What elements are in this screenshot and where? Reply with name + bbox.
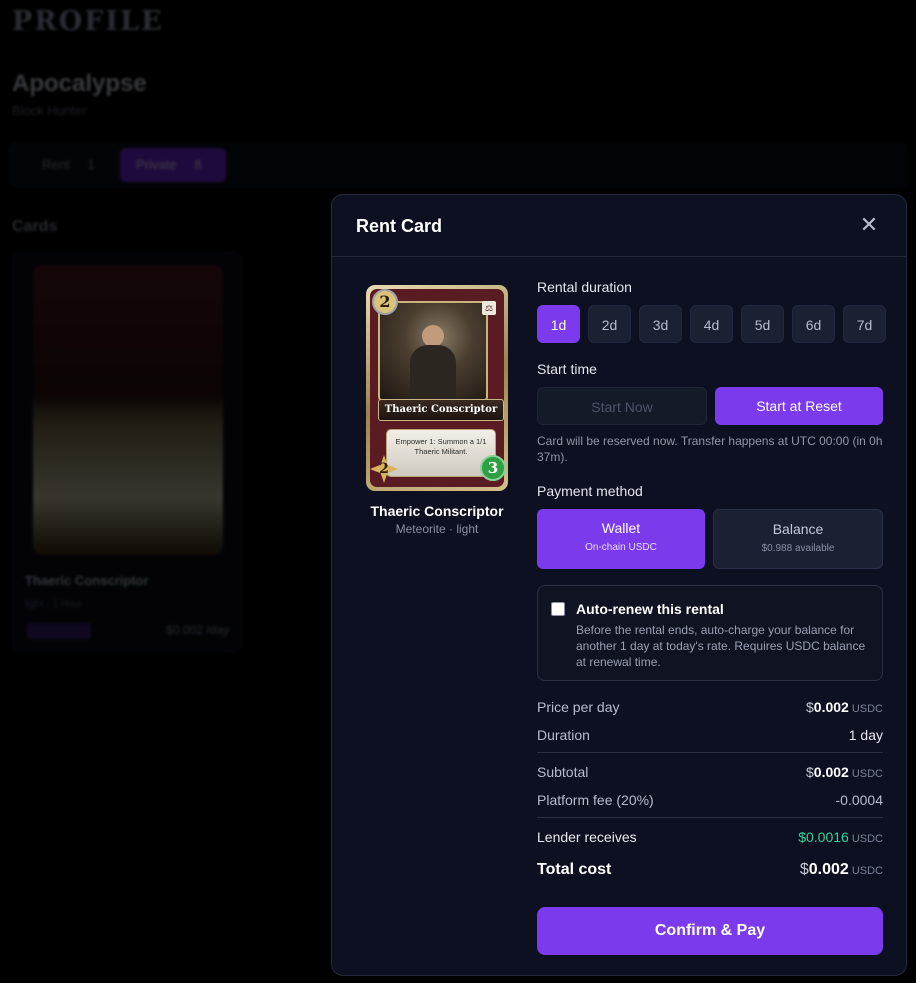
auto-renew-checkbox[interactable] (551, 602, 565, 616)
wallet-button[interactable]: Wallet On-chain USDC (537, 509, 705, 569)
duration-value: 1 day (848, 727, 883, 743)
subtotal-label: Subtotal (537, 764, 589, 780)
start-now-button[interactable]: Start Now (537, 387, 707, 425)
card-preview: Thaeric Conscriptor Empower 1: Summon a … (366, 285, 508, 491)
price-per-day-label: Price per day (537, 699, 620, 715)
card-tile-name: Thaeric Conscriptor (25, 573, 149, 588)
duration-4d[interactable]: 4d (690, 305, 733, 343)
duration-label: Duration (537, 727, 590, 743)
profile-name: Apocalypse (12, 70, 147, 97)
card-banner: Thaeric Conscriptor (378, 399, 504, 421)
platform-fee-value: -0.0004 (835, 792, 883, 808)
health-badge: 3 (480, 455, 506, 481)
card-name: Thaeric Conscriptor (370, 503, 504, 519)
payment-method-label: Payment method (537, 483, 643, 499)
profile-tabs: Rent 1 Private 8 (8, 142, 908, 188)
profile-subtitle: Block Hunter (12, 103, 87, 118)
card-tile-art (33, 265, 223, 555)
rental-duration-label: Rental duration (537, 279, 632, 295)
rarity-icon: ⚖ (482, 301, 496, 315)
rent-card-modal: Rent Card ✕ Thaeric Conscriptor Empower … (331, 194, 907, 976)
card-tile-price: $0.002 /day (166, 623, 229, 637)
subtotal-row: Subtotal $0.002 USDC (537, 764, 883, 784)
duration-options: 1d 2d 3d 4d 5d 6d 7d (537, 305, 886, 343)
card-art (378, 301, 488, 401)
duration-3d[interactable]: 3d (639, 305, 682, 343)
price-per-day-row: Price per day $0.002 USDC (537, 699, 883, 719)
start-time-label: Start time (537, 361, 597, 377)
platform-fee-label: Platform fee (20%) (537, 792, 654, 808)
balance-title: Balance (772, 521, 824, 537)
lender-receives-value: $0.0016 USDC (798, 829, 883, 845)
card-art-figure-body (410, 345, 456, 401)
modal-header: Rent Card ✕ (332, 195, 906, 257)
summary-divider (537, 817, 883, 818)
close-icon[interactable]: ✕ (858, 214, 880, 236)
tab-private[interactable]: Private 8 (120, 148, 226, 182)
confirm-pay-button[interactable]: Confirm & Pay (537, 907, 883, 955)
duration-2d[interactable]: 2d (588, 305, 631, 343)
duration-5d[interactable]: 5d (741, 305, 784, 343)
card-tile[interactable]: Thaeric Conscriptor light · 1 Hour $0.00… (12, 252, 242, 652)
lender-receives-label: Lender receives (537, 829, 637, 845)
mana-cost-badge: 2 (372, 289, 398, 315)
card-tile-tag (27, 623, 91, 639)
platform-fee-row: Platform fee (20%) -0.0004 (537, 792, 883, 812)
lender-receives-row: Lender receives $0.0016 USDC (537, 829, 883, 849)
tab-rent[interactable]: Rent 1 (28, 150, 109, 180)
section-title: Cards (12, 218, 58, 235)
total-cost-value: $0.002 USDC (799, 861, 883, 878)
card-subtitle: Meteorite · light (395, 522, 479, 536)
start-time-note: Card will be reserved now. Transfer happ… (537, 434, 883, 464)
duration-1d[interactable]: 1d (537, 305, 580, 343)
card-art-figure-head (422, 325, 444, 347)
start-time-options: Start Now Start at Reset (537, 387, 883, 425)
auto-renew-title: Auto-renew this rental (576, 601, 724, 617)
subtotal-value: $0.002 USDC (805, 764, 883, 780)
balance-subtitle: $0.988 available (761, 543, 835, 554)
duration-6d[interactable]: 6d (792, 305, 835, 343)
auto-renew-description: Before the rental ends, auto-charge your… (576, 623, 866, 669)
payment-options: Wallet On-chain USDC Balance $0.988 avai… (537, 509, 883, 569)
total-cost-label: Total cost (537, 861, 612, 878)
total-cost-row: Total cost $0.002 USDC (537, 861, 883, 881)
modal-title: Rent Card (356, 216, 443, 236)
duration-7d[interactable]: 7d (843, 305, 886, 343)
balance-button[interactable]: Balance $0.988 available (713, 509, 883, 569)
auto-renew-box: Auto-renew this rental Before the rental… (537, 585, 883, 681)
summary-divider (537, 752, 883, 753)
brand-logo: PROFILE (12, 6, 164, 37)
duration-row: Duration 1 day (537, 727, 883, 747)
price-per-day-value: $0.002 USDC (805, 699, 883, 715)
wallet-subtitle: On-chain USDC (585, 542, 657, 553)
start-at-reset-button[interactable]: Start at Reset (715, 387, 883, 425)
wallet-title: Wallet (601, 520, 641, 536)
card-tile-meta: light · 1 Hour (25, 599, 83, 610)
